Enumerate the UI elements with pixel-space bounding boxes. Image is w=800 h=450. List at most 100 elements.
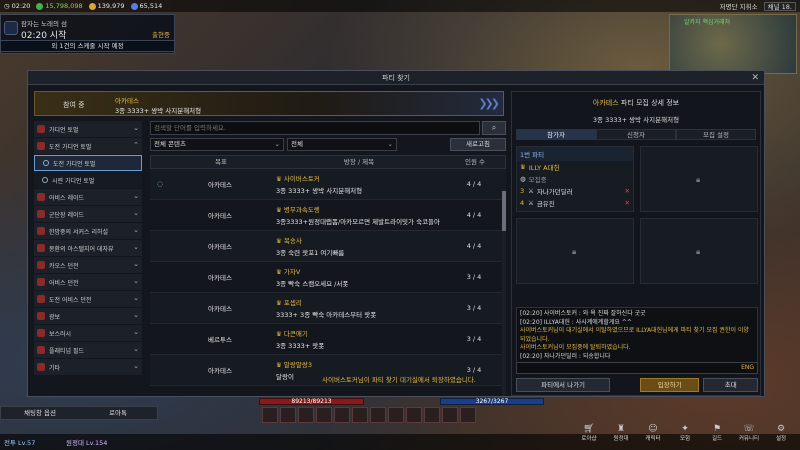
close-icon[interactable]: ✕ — [751, 71, 759, 85]
header-target[interactable]: 목표 — [171, 156, 271, 168]
menu-label: 캐릭터 — [645, 436, 661, 442]
lock-icon: 🔒︎ — [696, 247, 701, 256]
detail-title-text: 파티 모집 상세 정보 — [620, 99, 680, 107]
row-title: 3종3333+원정대랩폼/아카모르면 제발트라이밋가 숙코들아 — [276, 218, 441, 226]
search-input[interactable] — [150, 121, 480, 135]
sidebar-item-chaos-dungeon[interactable]: 카오스 던전 ⌄ — [34, 257, 142, 273]
tab-applicants[interactable]: 신청자 — [596, 129, 676, 140]
chat-input[interactable]: ENG — [516, 362, 758, 374]
table-row[interactable]: 베르투스 ♛ 다큰애기 3종 3333+ 랏폿 3 / 4 — [150, 324, 506, 355]
party-member[interactable]: 4 ⚔ 금유진 ✕ — [517, 197, 633, 209]
table-row[interactable]: ◌ 아카테스 ♛ 사이버스토커 3종 3333+ 쌍박 사지분해처형 4 / 4 — [150, 169, 506, 200]
sidebar-item-etc[interactable]: 기타 ⌄ — [34, 359, 142, 375]
sidebar-item-abyss-dungeon[interactable]: 어비스 던전 ⌄ — [34, 274, 142, 290]
member-name: ILLY A대헌 — [528, 164, 560, 172]
chevron-down-icon: ⌄ — [133, 226, 139, 234]
list-scrollbar[interactable] — [502, 191, 506, 396]
chevron-down-icon: ⌄ — [133, 209, 139, 217]
row-title: 3종 빡숙 스캠오세요 /서폿 — [276, 280, 349, 288]
search-row: ⌕ — [150, 121, 506, 135]
header-count[interactable]: 인원 수 — [447, 156, 503, 168]
sidebar-item-challenge-guardian-raid[interactable]: 도전 가디언 토벌 ⌃ — [34, 138, 142, 154]
target-filter-select[interactable]: 전체 ⌄ — [287, 138, 397, 151]
event-sub-notice[interactable]: 외 1건의 스케줄 시작 예정 — [0, 40, 175, 52]
table-row[interactable]: 아카테스 ♛ 가자V 3종 빡숙 스캠오세요 /서폿 3 / 4 — [150, 262, 506, 293]
menu-roster[interactable]: ♜ 원정대 — [608, 424, 634, 442]
sidebar-subitem-challenge-guardian[interactable]: 도전 가디언 토벌 — [34, 155, 142, 171]
skill-slot[interactable] — [280, 407, 296, 423]
enter-button[interactable]: 입장하기 — [639, 378, 700, 392]
dialog-title: 파티 찾기 — [382, 74, 410, 82]
table-row[interactable]: 아카테스 ♛ 복송사 3종 숙련 랏포1 여기빠름 4 / 4 — [150, 231, 506, 262]
loa-talk-button[interactable]: 로아톡 — [79, 407, 157, 419]
sidebar-item-dreamy-dejavu[interactable]: 몽환의 아스탤지어 데자뷰 ⌄ — [34, 240, 142, 256]
raid-icon — [37, 244, 45, 252]
row-target: 아카테스 — [208, 305, 232, 313]
sidebar-item-gwangbo[interactable]: 광보 ⌄ — [34, 308, 142, 324]
skill-slot[interactable] — [406, 407, 422, 423]
leave-party-button[interactable]: 파티에서 나가기 — [516, 378, 611, 392]
sidebar-item-platinum-field[interactable]: 플래티넘 필드 ⌄ — [34, 342, 142, 358]
row-leader: ♛ 가자V — [276, 266, 446, 276]
tab-settings[interactable]: 모집 설정 — [676, 129, 756, 140]
row-leader-title: ♛ 가자V 3종 빡숙 스캠오세요 /서폿 — [270, 266, 446, 288]
sidebar-subitem-trial-guardian[interactable]: 시련 가디언 토벌 — [34, 172, 142, 188]
content-filter-select[interactable]: 전체 콘텐츠 ⌄ — [150, 138, 284, 151]
menu-label: 로아샵 — [581, 436, 597, 442]
invite-button[interactable]: 초대 — [703, 378, 758, 392]
party-member[interactable]: ♛ ILLY A대헌 — [517, 161, 633, 173]
menu-settings[interactable]: ⚙ 설정 — [768, 424, 794, 442]
sidebar-item-guardian-raid[interactable]: 가디언 토벌 ⌄ — [34, 121, 142, 137]
channel-select[interactable]: 채널 18. — [763, 1, 796, 11]
circle-icon — [43, 160, 49, 166]
row-leader-title: ♛ 복송사 3종 숙련 랏포1 여기빠름 — [270, 235, 446, 257]
menu-character[interactable]: ☺ 캐릭터 — [640, 424, 666, 442]
party-member[interactable]: 3 ⚔ 자나가던딜러 ✕ — [517, 185, 633, 197]
skill-slot[interactable] — [298, 407, 314, 423]
row-leader: ♛ 사이버스토커 — [276, 173, 446, 183]
refresh-button[interactable]: 새로고침 — [450, 138, 506, 151]
skill-slot[interactable] — [460, 407, 476, 423]
skill-slot[interactable] — [424, 407, 440, 423]
table-row[interactable]: 아카테스 ♛ 병무과속도렝 3종3333+원정대랩폼/아카모르면 제발트라이밋가… — [150, 200, 506, 231]
skill-slot[interactable] — [334, 407, 350, 423]
sidebar-item-challenge-abyss[interactable]: 도전 어비스 던전 ⌄ — [34, 291, 142, 307]
skill-slot[interactable] — [442, 407, 458, 423]
sidebar-item-label: 몽환의 아스탤지어 데자뷰 — [49, 245, 114, 253]
menu-adventure[interactable]: ✦ 모험 — [672, 424, 698, 442]
minimap[interactable]: 알카지 핵심거래처 — [669, 14, 797, 74]
menu-community[interactable]: ☏ 커뮤니티 — [736, 424, 762, 442]
member-slot-number: 4 — [520, 199, 525, 207]
current-party-banner[interactable]: 참여 중 아카테스 3종 3333+ 쌍박 사지분해처형 ❯❯❯ — [34, 91, 504, 116]
sidebar-item-circus-rehearsal[interactable]: 한밤중의 서커스 리허설 ⌄ — [34, 223, 142, 239]
menu-label: 커뮤니티 — [738, 436, 760, 442]
gold-currency: 139,979 — [88, 2, 125, 10]
sidebar-item-boss-rush[interactable]: 보스러시 ⌄ — [34, 325, 142, 341]
scroll-thumb[interactable] — [502, 191, 506, 231]
skill-slot[interactable] — [370, 407, 386, 423]
skill-slot[interactable] — [388, 407, 404, 423]
kick-icon[interactable]: ✕ — [625, 199, 630, 207]
clock: ◷ 02:20 — [4, 2, 31, 10]
menu-shop[interactable]: 🛒︎ 로아샵 — [576, 424, 602, 442]
lock-icon: 🔒︎ — [696, 175, 701, 184]
skill-slot[interactable] — [316, 407, 332, 423]
kick-icon[interactable]: ✕ — [625, 187, 630, 195]
skill-slot[interactable] — [352, 407, 368, 423]
header-leader-title[interactable]: 방장 / 제목 — [271, 156, 447, 168]
tab-participants[interactable]: 참가자 — [516, 129, 596, 140]
sidebar-item-legion-raid[interactable]: 군단장 레이드 ⌄ — [34, 206, 142, 222]
search-icon[interactable]: ⌕ — [482, 121, 506, 135]
party-member: ◍ 모집중 — [517, 173, 633, 185]
table-row[interactable]: 아카테스 ♛ 포셉리 3333+ 3종 빡숙 아카테스부터 랏폿 3 / 4 — [150, 293, 506, 324]
chat-options-button[interactable]: 채팅창 옵션 — [1, 407, 79, 419]
sidebar-item-abyss-raid[interactable]: 어비스 레이드 ⌄ — [34, 189, 142, 205]
chat-log[interactable]: [02:20] 사이버스토커 : 와 욕 진짜 잘하신다 굿굿 [02:20] … — [516, 307, 758, 369]
row-leader: ♛ 다큰애기 — [276, 328, 446, 338]
row-leader-name: 복송사 — [283, 237, 302, 245]
skill-slot[interactable] — [262, 407, 278, 423]
chevron-down-icon: ⌄ — [133, 345, 139, 353]
raid-icon — [37, 193, 45, 201]
menu-guild[interactable]: ⚑ 길드 — [704, 424, 730, 442]
chevron-down-icon: ⌄ — [133, 294, 139, 302]
